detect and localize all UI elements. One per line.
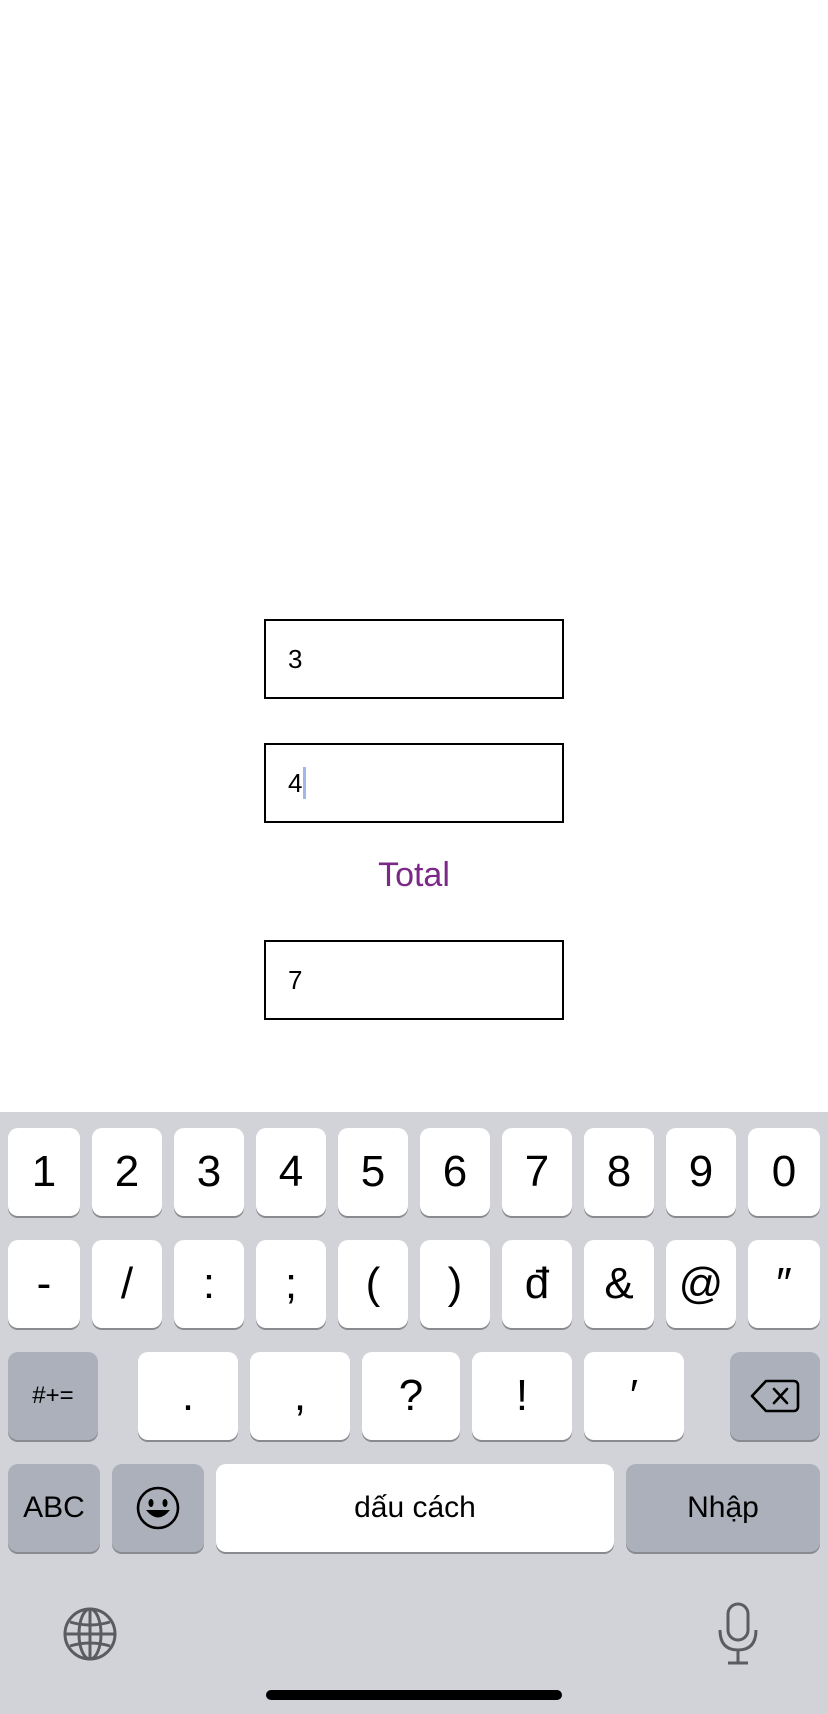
number-input-a-value: 3: [288, 643, 303, 674]
key-exclamation[interactable]: !: [472, 1352, 572, 1440]
number-input-b-value: 4: [288, 767, 303, 798]
key-1[interactable]: 1: [8, 1128, 80, 1216]
total-output-value: 7: [288, 964, 303, 995]
key-3[interactable]: 3: [174, 1128, 244, 1216]
key-6[interactable]: 6: [420, 1128, 490, 1216]
globe-icon[interactable]: [62, 1606, 118, 1662]
key-symbols-toggle[interactable]: #+=: [8, 1352, 98, 1440]
microphone-icon[interactable]: [712, 1602, 764, 1666]
enter-key[interactable]: Nhập: [626, 1464, 820, 1552]
key-semicolon[interactable]: ;: [256, 1240, 326, 1328]
key-apostrophe[interactable]: ′: [584, 1352, 684, 1440]
backspace-icon: [750, 1379, 800, 1413]
key-8[interactable]: 8: [584, 1128, 654, 1216]
total-label: Total: [378, 856, 450, 894]
key-quote[interactable]: ″: [748, 1240, 820, 1328]
total-output-field[interactable]: 7: [264, 940, 564, 1020]
key-open-paren[interactable]: (: [338, 1240, 408, 1328]
key-colon[interactable]: :: [174, 1240, 244, 1328]
key-abc[interactable]: ABC: [8, 1464, 100, 1552]
key-5[interactable]: 5: [338, 1128, 408, 1216]
onscreen-keyboard: 1 2 3 4 5 6 7 8 9 0 - / : ; ( ) đ & @ ″ …: [0, 1112, 828, 1714]
key-at[interactable]: @: [666, 1240, 736, 1328]
key-hyphen[interactable]: -: [8, 1240, 80, 1328]
key-period[interactable]: .: [138, 1352, 238, 1440]
key-ampersand[interactable]: &: [584, 1240, 654, 1328]
key-slash[interactable]: /: [92, 1240, 162, 1328]
emoji-key[interactable]: [112, 1464, 204, 1552]
key-comma[interactable]: ,: [250, 1352, 350, 1440]
key-4[interactable]: 4: [256, 1128, 326, 1216]
key-2[interactable]: 2: [92, 1128, 162, 1216]
text-caret: [303, 767, 307, 799]
space-key[interactable]: dấu cách: [216, 1464, 614, 1552]
app-screen: 3 4 Total 7: [0, 0, 828, 1112]
key-dong[interactable]: đ: [502, 1240, 572, 1328]
key-0[interactable]: 0: [748, 1128, 820, 1216]
key-close-paren[interactable]: ): [420, 1240, 490, 1328]
backspace-key[interactable]: [730, 1352, 820, 1440]
home-indicator[interactable]: [266, 1690, 562, 1700]
key-7[interactable]: 7: [502, 1128, 572, 1216]
key-9[interactable]: 9: [666, 1128, 736, 1216]
number-input-a[interactable]: 3: [264, 619, 564, 699]
emoji-icon: [136, 1486, 180, 1530]
key-question[interactable]: ?: [362, 1352, 460, 1440]
number-input-b[interactable]: 4: [264, 743, 564, 823]
